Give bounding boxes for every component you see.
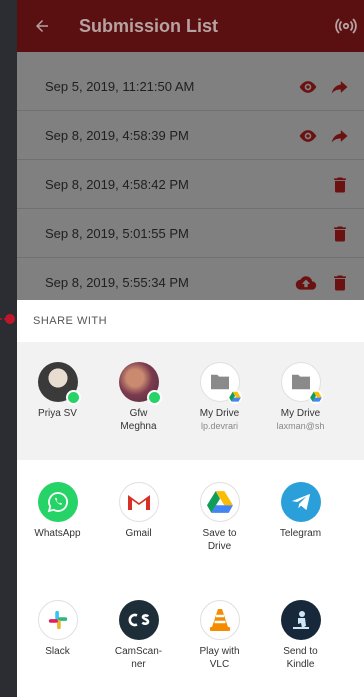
folder-avatar: [280, 362, 323, 404]
avatar: [37, 362, 81, 405]
back-button[interactable]: [17, 0, 67, 52]
whatsapp-badge-icon: [65, 390, 81, 405]
app-bar: Submission List: [17, 0, 364, 52]
cloud-upload-icon[interactable]: [294, 273, 318, 293]
direct-share-row: Priya SV Gfw Meghna My Drive lp.devrari: [17, 342, 364, 460]
left-background: [0, 0, 17, 697]
direct-target-account: laxman@sh: [276, 420, 325, 431]
app-label: Send to Kindle: [283, 646, 318, 670]
google-drive-badge-icon: [308, 390, 323, 404]
vlc-icon: [199, 600, 240, 640]
app-label: WhatsApp: [34, 528, 81, 539]
submission-date: Sep 8, 2019, 5:55:34 PM: [45, 274, 189, 290]
submission-date: Sep 8, 2019, 5:01:55 PM: [45, 225, 189, 241]
trash-icon[interactable]: [330, 273, 350, 293]
whatsapp-badge-icon: [146, 390, 162, 405]
google-drive-icon: [199, 482, 240, 522]
app-send-to-kindle[interactable]: Send to Kindle: [260, 600, 341, 696]
trash-icon[interactable]: [330, 175, 350, 195]
direct-target-label: Priya SV: [38, 408, 77, 419]
submission-list: Sep 5, 2019, 11:21:50 AM Sep 8, 2019, 4:…: [17, 62, 364, 307]
folder-icon: [210, 374, 229, 390]
app-slack[interactable]: Slack: [17, 600, 98, 696]
app-gmail[interactable]: Gmail: [98, 482, 179, 578]
whatsapp-icon: [37, 482, 78, 522]
kindle-icon: [280, 600, 321, 640]
broadcast-icon[interactable]: [334, 14, 358, 38]
app-label: Gmail: [125, 528, 152, 539]
direct-target-gfw-meghna[interactable]: Gfw Meghna: [98, 362, 179, 460]
avatar: [118, 362, 162, 405]
eye-icon[interactable]: [298, 77, 318, 97]
app-whatsapp[interactable]: WhatsApp: [17, 482, 98, 578]
direct-target-label: My Drive: [280, 408, 321, 419]
submission-row[interactable]: Sep 8, 2019, 4:58:39 PM: [17, 111, 364, 160]
folder-avatar: [199, 362, 242, 404]
submission-date: Sep 8, 2019, 4:58:39 PM: [45, 127, 189, 143]
app-telegram[interactable]: Telegram: [260, 482, 341, 578]
app-row-2: Slack CamScan- ner Play with VLC Send to…: [17, 578, 364, 696]
share-sheet: SHARE WITH Priya SV Gfw Meghna My Drive …: [17, 300, 364, 697]
slack-icon: [37, 600, 78, 640]
app-label: CamScan- ner: [114, 646, 163, 670]
submission-row[interactable]: Sep 8, 2019, 4:58:42 PM: [17, 160, 364, 209]
direct-target-label: Gfw Meghna: [120, 408, 157, 432]
page-title: Submission List: [79, 15, 219, 36]
direct-target-account: lp.devrari: [200, 420, 238, 431]
submission-row[interactable]: Sep 8, 2019, 5:01:55 PM: [17, 209, 364, 258]
app-label: Slack: [45, 646, 70, 657]
direct-target-my-drive-1[interactable]: My Drive lp.devrari: [179, 362, 260, 460]
back-arrow-icon: [36, 20, 48, 32]
app-label: Play with VLC: [199, 646, 240, 670]
submission-row[interactable]: Sep 5, 2019, 11:21:50 AM: [17, 62, 364, 111]
camscanner-icon: [118, 600, 159, 640]
submission-date: Sep 8, 2019, 4:58:42 PM: [45, 176, 189, 192]
app-row-1: WhatsApp Gmail Save to Drive Telegram: [17, 460, 364, 578]
direct-target-priya[interactable]: Priya SV: [17, 362, 98, 460]
app-vlc[interactable]: Play with VLC: [179, 600, 260, 696]
telegram-icon: [280, 482, 321, 522]
phone-screen: Submission List Sep 5, 2019, 11:21:50 AM…: [17, 0, 364, 697]
share-sheet-header: SHARE WITH: [33, 315, 108, 327]
app-save-to-drive[interactable]: Save to Drive: [179, 482, 260, 578]
trash-icon[interactable]: [330, 224, 350, 244]
app-camscanner[interactable]: CamScan- ner: [98, 600, 179, 696]
submission-date: Sep 5, 2019, 11:21:50 AM: [45, 78, 195, 94]
eye-icon[interactable]: [298, 126, 318, 146]
google-drive-badge-icon: [227, 390, 242, 404]
app-label: Save to Drive: [202, 528, 237, 552]
gmail-icon: [118, 482, 159, 522]
app-label: Telegram: [279, 528, 322, 539]
share-arrow-icon[interactable]: [330, 126, 350, 146]
share-arrow-icon[interactable]: [330, 77, 350, 97]
direct-target-my-drive-2[interactable]: My Drive laxman@sh: [260, 362, 341, 460]
direct-target-label: My Drive: [199, 408, 240, 419]
folder-icon: [291, 374, 310, 390]
pointer-marker: [0, 314, 15, 324]
